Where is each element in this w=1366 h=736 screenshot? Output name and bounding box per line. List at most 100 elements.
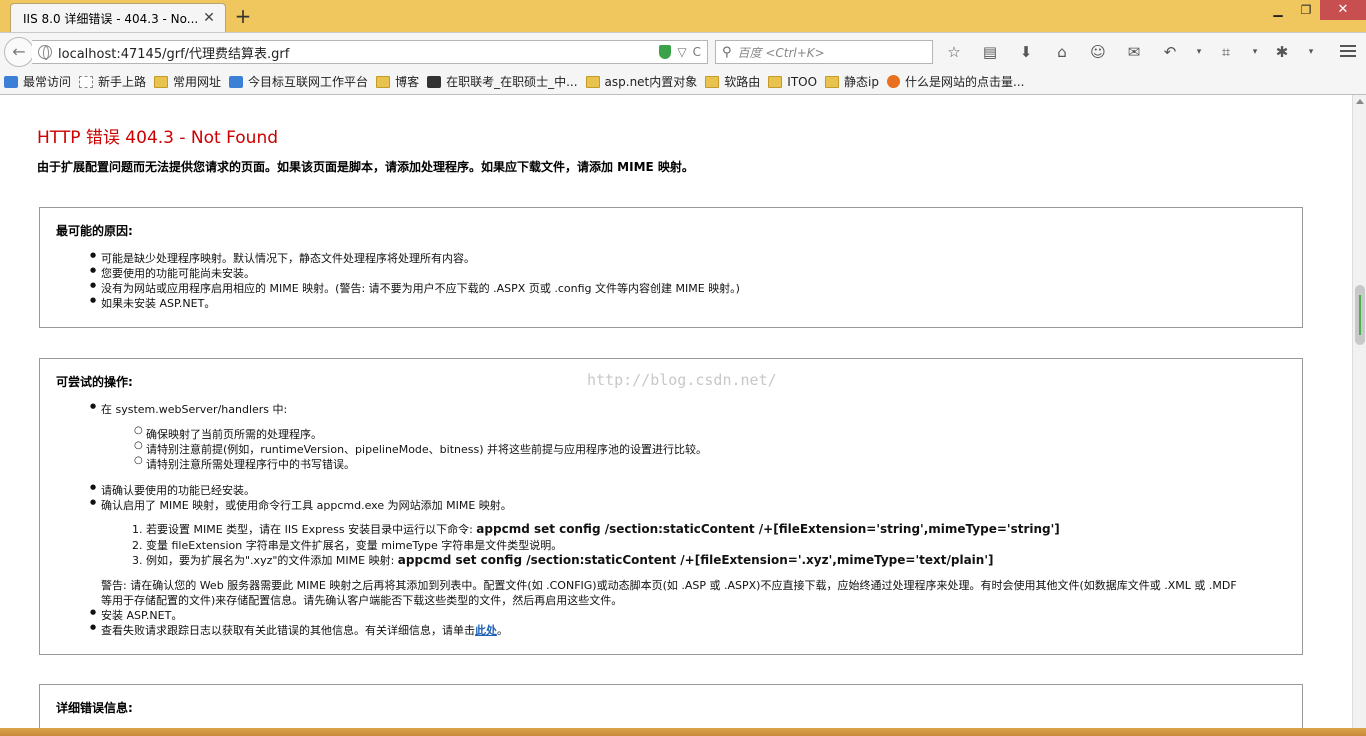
bookmark-label: 最常访问 xyxy=(23,75,72,89)
step-code: appcmd set config /section:staticContent… xyxy=(397,553,994,567)
bookmark-icon xyxy=(4,75,18,88)
graduation-cap-icon xyxy=(427,75,442,88)
back-button[interactable]: ← xyxy=(4,37,34,67)
cause-item: 您要使用的功能可能尚未安装。 xyxy=(90,265,255,281)
undo-dropdown-icon[interactable]: ▾ xyxy=(1194,40,1204,64)
windows-taskbar xyxy=(0,728,1366,736)
download-icon[interactable]: ⬇ xyxy=(1014,40,1038,64)
bookmark-icon xyxy=(229,75,244,88)
hamburger-menu-icon[interactable] xyxy=(1340,45,1356,57)
undo-icon[interactable]: ↶ xyxy=(1158,40,1182,64)
url-bar-icons: ▽ C xyxy=(659,45,707,59)
reading-list-icon[interactable]: ▤ xyxy=(978,40,1002,64)
bookmark-label: asp.net内置对象 xyxy=(604,75,698,89)
new-tab-button[interactable]: + xyxy=(233,6,253,26)
here-link[interactable]: 此处 xyxy=(475,624,497,637)
bookmark-item[interactable]: 博客 xyxy=(376,73,419,90)
bookmark-label: 静态ip xyxy=(844,75,879,89)
scroll-thumb[interactable] xyxy=(1355,285,1365,345)
folder-icon xyxy=(825,75,840,88)
watermark-text: http://blog.csdn.net/ xyxy=(587,371,777,389)
bookmark-label: 常用网址 xyxy=(173,75,222,89)
folder-icon xyxy=(376,75,391,88)
step-text: 变量 fileExtension 字符串是文件扩展名，变量 mimeType 字… xyxy=(146,539,563,552)
detail-box: 详细错误信息: xyxy=(39,684,1303,728)
home-icon[interactable]: ⌂ xyxy=(1050,40,1074,64)
causes-box: 最可能的原因: 可能是缺少处理程序映射。默认情况下，静态文件处理程序将处理所有内… xyxy=(39,207,1303,328)
close-window-button[interactable]: ✕ xyxy=(1320,0,1366,20)
extension-icon[interactable]: ✱ xyxy=(1270,40,1294,64)
page-content: HTTP 错误 404.3 - Not Found 由于扩展配置问题而无法提供您… xyxy=(0,95,1352,728)
step-text: 若要设置 MIME 类型，请在 IIS Express 安装目录中运行以下命令: xyxy=(146,523,473,536)
action-item: 查看失败请求跟踪日志以获取有关此错误的其他信息。有关详细信息，请单击此处。 xyxy=(90,622,508,638)
action-subitem: 请特别注意前提(例如，runtimeVersion、pipelineMode、b… xyxy=(134,440,707,457)
causes-heading: 最可能的原因: xyxy=(56,224,133,238)
close-tab-icon[interactable]: ✕ xyxy=(201,10,217,26)
action-item: 安装 ASP.NET。 xyxy=(90,607,182,623)
step-line: 1. 若要设置 MIME 类型，请在 IIS Express 安装目录中运行以下… xyxy=(132,521,1060,537)
action-item: 在 system.webServer/handlers 中: xyxy=(90,401,287,417)
restore-button[interactable]: ❐ xyxy=(1292,0,1320,20)
search-box[interactable]: ⚲ 百度 <Ctrl+K> xyxy=(715,40,933,64)
step-line: 2. 变量 fileExtension 字符串是文件扩展名，变量 mimeTyp… xyxy=(132,537,562,553)
address-bar[interactable]: localhost:47145/grf/代理费结算表.grf ▽ C xyxy=(32,40,708,64)
shield-icon[interactable] xyxy=(659,45,672,59)
bookmark-item[interactable]: 最常访问 xyxy=(4,73,71,90)
actions-heading: 可尝试的操作: xyxy=(56,375,133,389)
page-icon xyxy=(79,75,94,88)
firefox-icon xyxy=(887,75,900,88)
bookmark-item[interactable]: ITOO xyxy=(768,75,817,89)
folder-icon xyxy=(154,75,169,88)
search-input[interactable]: 百度 <Ctrl+K> xyxy=(738,44,825,61)
detail-heading: 详细错误信息: xyxy=(56,701,133,715)
crop-icon[interactable]: ⌗ xyxy=(1214,40,1238,64)
globe-icon xyxy=(38,45,52,60)
tab-title: IIS 8.0 详细错误 - 404.3 - No... xyxy=(23,11,199,26)
bookmark-item[interactable]: 在职联考_在职硕士_中... xyxy=(427,73,578,90)
step-number: 1. xyxy=(132,523,143,536)
action-item-text: 查看失败请求跟踪日志以获取有关此错误的其他信息。有关详细信息，请单击 xyxy=(101,624,475,637)
browser-tab[interactable]: IIS 8.0 详细错误 - 404.3 - No... ✕ xyxy=(10,3,226,32)
step-code: appcmd set config /section:staticContent… xyxy=(476,522,1060,536)
reload-icon[interactable]: C xyxy=(693,45,701,59)
step-line: 3. 例如，要为扩展名为".xyz"的文件添加 MIME 映射: appcmd … xyxy=(132,552,993,568)
action-subitem: 请特别注意所需处理程序行中的书写错误。 xyxy=(134,455,355,472)
bookmark-label: 今目标互联网工作平台 xyxy=(248,75,369,89)
action-subitem: 确保映射了当前页所需的处理程序。 xyxy=(134,425,322,442)
chat-icon[interactable]: ✉ xyxy=(1122,40,1146,64)
vertical-scrollbar[interactable] xyxy=(1352,95,1366,728)
cause-item: 可能是缺少处理程序映射。默认情况下，静态文件处理程序将处理所有内容。 xyxy=(90,250,475,266)
bookmark-label: 在职联考_在职硕士_中... xyxy=(446,75,578,89)
cause-item: 如果未安装 ASP.NET。 xyxy=(90,295,215,311)
bookmark-label: ITOO xyxy=(787,74,818,89)
minimize-button[interactable]: ▁ xyxy=(1264,0,1292,20)
toolbar-icons: ☆ ▤ ⬇ ⌂ ☺ ✉ ↶ ▾ ⌗ ▾ ✱ ▾ xyxy=(942,40,1326,64)
warning-text: 警告: 请在确认您的 Web 服务器需要此 MIME 映射之后再将其添加到列表中… xyxy=(101,579,1237,592)
bookmark-item[interactable]: 今目标互联网工作平台 xyxy=(229,73,368,90)
folder-icon xyxy=(705,75,720,88)
bookmark-label: 博客 xyxy=(395,75,420,89)
folder-icon xyxy=(585,75,600,88)
bookmarks-bar: 最常访问 新手上路 常用网址 今目标互联网工作平台 博客 在职联考_在职硕士_中... as… xyxy=(0,69,1366,95)
search-icon: ⚲ xyxy=(722,44,732,60)
error-subtitle: 由于扩展配置问题而无法提供您请求的页面。如果该页面是脚本，请添加处理程序。如果应… xyxy=(37,160,694,174)
navigation-toolbar: ← localhost:47145/grf/代理费结算表.grf ▽ C ⚲ 百… xyxy=(0,32,1366,69)
bookmark-item[interactable]: 常用网址 xyxy=(154,73,221,90)
bookmark-item[interactable]: 软路由 xyxy=(705,73,760,90)
url-input[interactable]: localhost:47145/grf/代理费结算表.grf xyxy=(58,43,659,62)
bookmark-item[interactable]: asp.net内置对象 xyxy=(585,73,698,90)
bookmark-label: 软路由 xyxy=(724,75,761,89)
bookmark-item[interactable]: 新手上路 xyxy=(79,73,146,90)
bookmark-star-icon[interactable]: ☆ xyxy=(942,40,966,64)
extension-dropdown-icon[interactable]: ▾ xyxy=(1306,40,1316,64)
step-text: 例如，要为扩展名为".xyz"的文件添加 MIME 映射: xyxy=(146,554,395,567)
bookmark-item[interactable]: 什么是网站的点击量... xyxy=(887,73,1024,90)
dropdown-icon[interactable]: ▽ xyxy=(677,45,686,59)
crop-dropdown-icon[interactable]: ▾ xyxy=(1250,40,1260,64)
folder-icon xyxy=(768,75,783,88)
scroll-up-icon[interactable] xyxy=(1356,99,1364,104)
bookmark-item[interactable]: 静态ip xyxy=(825,73,879,90)
smiley-icon[interactable]: ☺ xyxy=(1086,40,1110,64)
error-title: HTTP 错误 404.3 - Not Found xyxy=(37,128,279,148)
bookmark-label: 新手上路 xyxy=(98,75,147,89)
